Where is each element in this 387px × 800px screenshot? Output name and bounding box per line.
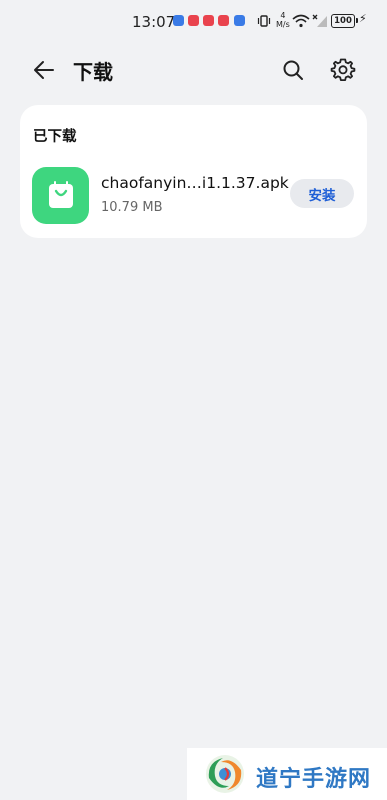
watermark-text: 道宁手游网	[256, 767, 372, 792]
shopping-bag-icon	[48, 180, 73, 208]
arrow-left-icon	[34, 61, 54, 79]
network-speed-unit: M/s	[276, 20, 290, 29]
notification-icon	[203, 15, 214, 26]
notification-icon	[173, 15, 184, 26]
battery-icon: 100	[331, 14, 355, 28]
app-icon	[32, 167, 89, 224]
vibrate-icon	[257, 13, 271, 32]
notification-icon	[188, 15, 199, 26]
settings-button[interactable]	[328, 55, 358, 85]
status-time: 13:07	[132, 13, 176, 31]
watermark: 道宁手游网	[187, 748, 387, 800]
wifi-icon	[292, 13, 310, 32]
network-speed-value: 4	[280, 11, 286, 20]
notification-icon	[218, 15, 229, 26]
search-icon	[283, 60, 303, 80]
search-button[interactable]	[279, 56, 307, 84]
back-button[interactable]	[30, 56, 58, 84]
file-name: chaofanyin…i1.1.37.apk	[101, 174, 289, 192]
page-title: 下载	[73, 60, 113, 84]
app-header: 下载	[0, 48, 387, 92]
gear-icon	[330, 58, 356, 81]
install-button[interactable]: 安装	[290, 179, 354, 208]
network-speed: 4 M/s	[276, 11, 290, 29]
watermark-logo-icon	[206, 755, 244, 793]
file-size: 10.79 MB	[101, 200, 163, 215]
charging-icon: ⚡	[359, 12, 367, 25]
section-title: 已下载	[33, 129, 77, 145]
notification-icon	[234, 15, 245, 26]
battery-cap	[356, 18, 358, 23]
no-signal-icon	[312, 13, 328, 32]
downloaded-card: 已下载 chaofanyin…i1.1.37.apk 10.79 MB 安装	[20, 105, 367, 238]
status-bar: 13:07 4 M/s 100 ⚡	[0, 0, 387, 42]
